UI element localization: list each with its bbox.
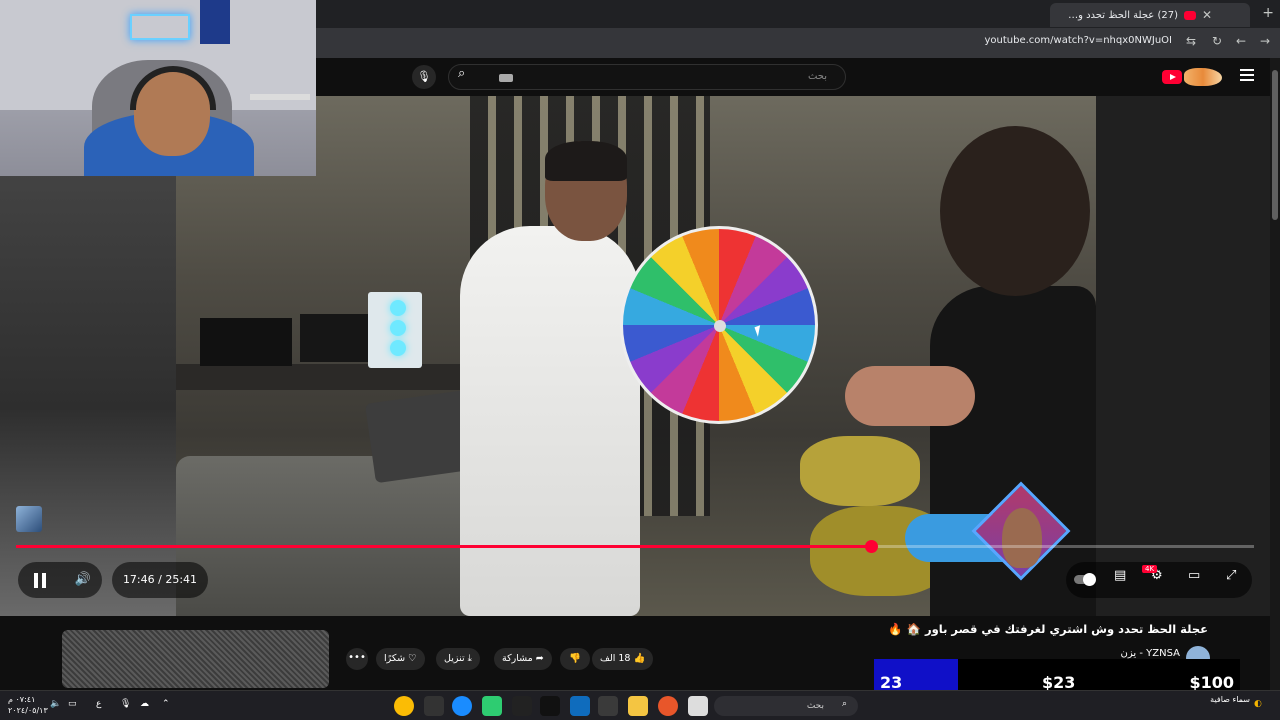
file-explorer-taskbar-icon[interactable]: [628, 696, 648, 716]
forward-icon[interactable]: →: [1260, 34, 1270, 48]
show-hidden-icons-icon[interactable]: ⌃: [162, 699, 170, 709]
volume-tray-icon[interactable]: 🔈: [50, 699, 61, 709]
scrollbar-thumb[interactable]: [1272, 70, 1278, 220]
app-taskbar-icon[interactable]: [598, 696, 618, 716]
network-tray-icon[interactable]: ▭: [68, 699, 77, 709]
app-taskbar-icon[interactable]: [688, 696, 708, 716]
weather-widget[interactable]: سماء صافية: [1206, 694, 1250, 705]
youtube-logo[interactable]: [1162, 68, 1222, 86]
progress-played: [16, 545, 872, 548]
screen: ✕ (27) عجلة الحظ تحدد وش اش... + youtube…: [0, 0, 1280, 720]
cloud-tray-icon[interactable]: ☁: [140, 699, 149, 709]
progress-bar[interactable]: [16, 540, 1254, 553]
subtitles-icon[interactable]: ▤: [1114, 568, 1126, 583]
keyboard-icon[interactable]: [499, 74, 513, 82]
person-arms: [845, 366, 975, 426]
person-white-hoodie: [460, 226, 640, 616]
person-hair: [545, 141, 627, 181]
browser-tab[interactable]: ✕ (27) عجلة الحظ تحدد وش اش...: [1050, 3, 1250, 27]
mic-tray-icon[interactable]: 🎙: [120, 699, 131, 709]
menu-icon[interactable]: [1240, 69, 1254, 81]
share-icon: ➦: [532, 653, 544, 664]
dislike-button[interactable]: 👎: [560, 648, 590, 670]
back-icon[interactable]: ←: [1236, 34, 1246, 48]
search-input[interactable]: بحث: [448, 64, 846, 90]
edge-taskbar-icon[interactable]: [452, 696, 472, 716]
reload-icon[interactable]: ↻: [1212, 34, 1222, 48]
pc-case: [368, 292, 422, 368]
weather-sun-icon[interactable]: ◐: [1254, 699, 1262, 709]
site-settings-icon[interactable]: ⇆: [1186, 34, 1196, 48]
clock-date: ٢٠٢٤/٠٥/١٣: [8, 706, 48, 715]
address-bar[interactable]: youtube.com/watch?v=nhqx0NWJuOI: [985, 35, 1173, 46]
new-tab-button[interactable]: +: [1262, 5, 1274, 21]
taskbar: ٠٧:٤١ م ٢٠٢٤/٠٥/١٣ 🔈 ▭ ع 🎙 ☁ ⌃ بحث ⌕ سما…: [0, 690, 1280, 720]
neon-logo: [130, 14, 190, 40]
webcam-overlay: [0, 0, 316, 176]
tiktok-taskbar-icon[interactable]: [540, 696, 560, 716]
thanks-icon: ♡: [405, 653, 417, 664]
youtube-favicon-icon: [1184, 10, 1196, 20]
autoplay-toggle[interactable]: [1074, 573, 1096, 586]
mic-icon: 🎙: [417, 70, 431, 83]
app-taskbar-icon[interactable]: [482, 696, 502, 716]
search-icon[interactable]: ⌕: [458, 66, 465, 81]
blurred-overlay: [62, 630, 329, 688]
sofa: [176, 456, 496, 616]
like-count: 18 الف: [600, 653, 631, 664]
fullscreen-icon[interactable]: ⤢: [1226, 568, 1236, 583]
more-actions-button[interactable]: •••: [346, 648, 368, 670]
pause-button[interactable]: [20, 562, 58, 598]
wheel-of-fortune: [620, 226, 818, 424]
search-placeholder: بحث: [807, 71, 827, 82]
streamer-face: [1002, 508, 1042, 568]
terminal-taskbar-icon[interactable]: [424, 696, 444, 716]
capcut-taskbar-icon[interactable]: [512, 696, 532, 716]
search-icon: ⌕: [842, 699, 848, 709]
thanks-button[interactable]: ♡ شكرًا: [376, 648, 425, 670]
clock-time: ٠٧:٤١ م: [8, 695, 36, 704]
video-title: عجلة الحظ تحدد وش اشتري لغرفتك في قصر با…: [888, 622, 1208, 636]
tab-title: (27) عجلة الحظ تحدد وش اش...: [1058, 9, 1178, 21]
quality-badge: 4K: [1142, 565, 1158, 573]
outlook-taskbar-icon[interactable]: [570, 696, 590, 716]
time-display: 17:46 / 25:41: [112, 562, 208, 598]
person-head: [940, 126, 1090, 296]
chrome-taskbar-icon[interactable]: [394, 696, 414, 716]
wall-banner: [200, 0, 230, 44]
youtube-doodle: [1184, 68, 1222, 86]
theater-mode-icon[interactable]: ▭: [1188, 568, 1200, 583]
monitor: [200, 318, 292, 366]
thanks-label: شكرًا: [384, 653, 406, 664]
input-language[interactable]: ع: [96, 699, 101, 709]
download-label: تنزيل: [444, 653, 465, 664]
share-button[interactable]: ➦ مشاركة: [494, 648, 552, 670]
mic-arm: [250, 94, 310, 100]
youtube-header: 🎙 بحث ⌕: [316, 58, 1280, 96]
tab-close-icon[interactable]: ✕: [1202, 8, 1212, 22]
thumbs-up-icon: 👍: [630, 653, 646, 664]
youtube-play-logo-icon: [1162, 70, 1182, 84]
desk: [176, 364, 466, 390]
share-label: مشاركة: [502, 653, 533, 664]
download-icon: ⤓: [464, 653, 472, 664]
taskbar-clock[interactable]: ٠٧:٤١ م ٢٠٢٤/٠٥/١٣: [8, 694, 48, 716]
channel-name[interactable]: YZNSA - يزن: [1121, 648, 1180, 659]
monitor: [300, 314, 374, 362]
voice-search-button[interactable]: 🎙: [412, 65, 436, 89]
channel-watermark[interactable]: [16, 506, 42, 532]
page-scrollbar[interactable]: [1270, 58, 1280, 690]
pillow: [800, 436, 920, 506]
taskbar-search[interactable]: بحث: [714, 696, 858, 716]
volume-icon[interactable]: 🔊: [66, 562, 100, 598]
video-frame-right: [1096, 96, 1270, 616]
app-taskbar-icon[interactable]: [658, 696, 678, 716]
thumbs-down-icon: 👎: [569, 653, 581, 664]
download-button[interactable]: ⤓ تنزيل: [436, 648, 480, 670]
like-button[interactable]: 👍 18 الف: [592, 648, 654, 670]
